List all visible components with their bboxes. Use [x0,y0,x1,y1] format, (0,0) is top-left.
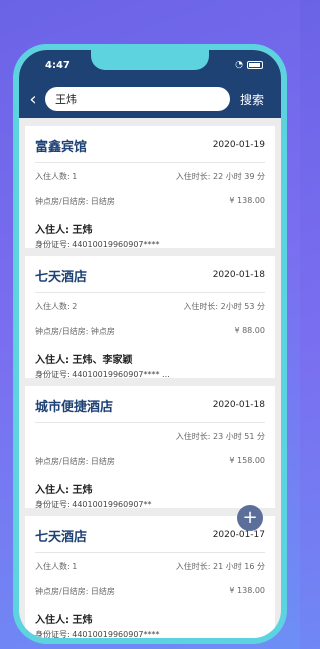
id-number: 身份证号: 44010019960907** [35,500,152,509]
hotel-name: 城市便捷酒店 [35,399,114,415]
stay-duration: 入住时长: 21 小时 16 分 [175,562,265,571]
hotel-name: 七天酒店 [35,529,88,545]
search-box[interactable] [45,87,230,111]
divider [35,292,265,293]
price: ¥ 88.00 [234,326,265,335]
app-screen: 4:47 ◔ ‹ 搜索 富鑫宾馆 2020-01-19 入住人 [19,50,281,638]
add-button[interactable]: + [237,505,263,531]
record-card[interactable]: 城市便捷酒店 2020-01-18 入住时长: 23 小时 51 分 钟点房/日… [25,386,275,509]
stay-duration: 入住时长: 22 小时 39 分 [175,172,265,181]
status-icons: ◔ [235,60,263,70]
phone-frame: 4:47 ◔ ‹ 搜索 富鑫宾馆 2020-01-19 入住人 [13,44,287,644]
wifi-icon: ◔ [235,60,243,70]
divider [35,162,265,163]
checkin-date: 2020-01-18 [212,400,265,410]
record-card[interactable]: 七天酒店 2020-01-18 入住人数: 2 入住时长: 2小时 53 分 钟… [25,256,275,379]
status-bar: 4:47 ◔ [19,50,281,80]
divider [35,422,265,423]
record-card[interactable]: 七天酒店 2020-01-17 入住人数: 1 入住时长: 21 小时 16 分… [25,516,275,638]
checkin-date: 2020-01-19 [212,140,265,150]
battery-icon [247,61,263,69]
id-number: 身份证号: 44010019960907**** [35,630,160,638]
price: ¥ 138.00 [229,586,265,595]
hotel-name: 七天酒店 [35,269,88,285]
record-card[interactable]: 富鑫宾馆 2020-01-19 入住人数: 1 入住时长: 22 小时 39 分… [25,126,275,249]
guest-name: 入住人: 王炜 [35,615,93,626]
back-icon[interactable]: ‹ [21,89,45,110]
stay-duration: 入住时长: 23 小时 51 分 [175,432,265,441]
search-input[interactable] [55,92,220,106]
id-number: 身份证号: 44010019960907**** ... [35,370,170,379]
room-type: 钟点房/日结房: 钟点房 [35,327,115,336]
status-time: 4:47 [45,60,70,71]
guest-name: 入住人: 王炜 [35,485,93,496]
search-navbar: ‹ 搜索 [19,80,281,118]
record-list: 富鑫宾馆 2020-01-19 入住人数: 1 入住时长: 22 小时 39 分… [19,126,281,638]
guest-count: 入住人数: 2 [35,302,78,311]
room-type: 钟点房/日结房: 日结房 [35,587,115,596]
price: ¥ 138.00 [229,196,265,205]
room-type: 钟点房/日结房: 日结房 [35,457,115,466]
notch [91,50,209,70]
search-button[interactable]: 搜索 [240,91,264,108]
guest-count: 入住人数: 1 [35,562,78,571]
guest-count: 入住人数: 1 [35,172,78,181]
id-number: 身份证号: 44010019960907**** [35,240,160,249]
guest-name: 入住人: 王炜 [35,225,93,236]
hotel-name: 富鑫宾馆 [35,139,88,155]
stay-duration: 入住时长: 2小时 53 分 [183,302,265,311]
checkin-date: 2020-01-17 [212,530,265,540]
divider [35,552,265,553]
room-type: 钟点房/日结房: 日结房 [35,197,115,206]
checkin-date: 2020-01-18 [212,270,265,280]
guest-name: 入住人: 王炜、李家颖 [35,355,133,366]
price: ¥ 158.00 [229,456,265,465]
